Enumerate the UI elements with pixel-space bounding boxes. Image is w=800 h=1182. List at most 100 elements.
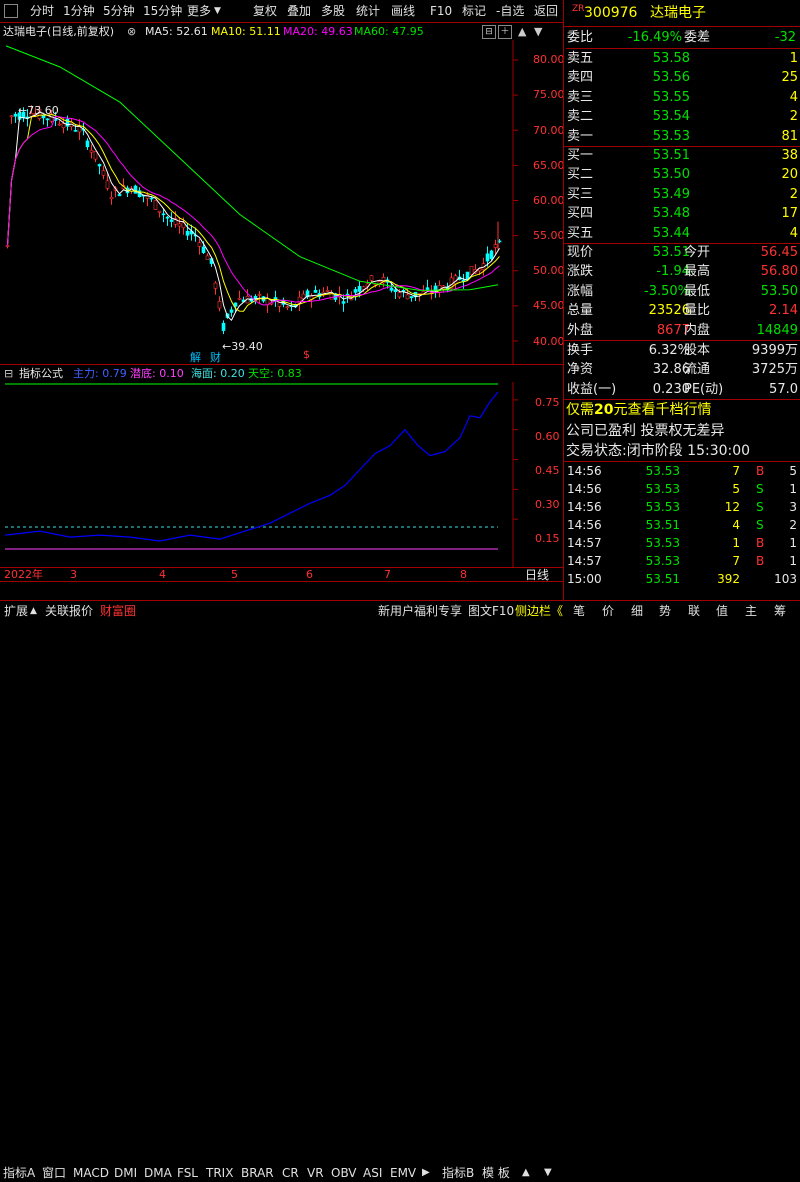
side-tab-bi[interactable]: 笔 bbox=[573, 602, 585, 620]
tab-indicator-a[interactable]: 指标A bbox=[3, 1164, 35, 1182]
bid-row[interactable]: 买四 53.48 17 bbox=[566, 204, 800, 224]
candle-body bbox=[493, 244, 498, 248]
tab-obv[interactable]: OBV bbox=[331, 1164, 357, 1182]
ask-row[interactable]: 卖四 53.56 25 bbox=[566, 68, 800, 88]
cai-marker[interactable]: 财 bbox=[210, 349, 221, 365]
s-marker[interactable]: $ bbox=[303, 348, 310, 361]
bottom-tab-related[interactable]: 关联报价 bbox=[45, 602, 93, 620]
ask-row[interactable]: 卖五 53.58 1 bbox=[566, 49, 800, 69]
toolbar-15min[interactable]: 15分钟 bbox=[143, 2, 182, 20]
chart-settings-icon[interactable]: ⊟ bbox=[482, 25, 496, 39]
new-user-benefit-link[interactable]: 新用户福利专享 bbox=[378, 602, 462, 620]
toolbar-grid-icon[interactable] bbox=[4, 4, 18, 18]
bid-row[interactable]: 买三 53.49 2 bbox=[566, 185, 800, 205]
tab-trix[interactable]: TRIX bbox=[206, 1164, 233, 1182]
stat-value: -3.50% bbox=[644, 283, 690, 299]
toolbar-duogu[interactable]: 多股 bbox=[321, 2, 345, 20]
tick-volume: 12 bbox=[724, 500, 740, 514]
tabs-scroll-icon[interactable]: ▶ bbox=[422, 1164, 430, 1182]
candle-body bbox=[313, 289, 318, 293]
tabs-up-icon[interactable]: ▲ bbox=[522, 1164, 530, 1182]
toolbar-1min[interactable]: 1分钟 bbox=[63, 2, 95, 20]
candle-body bbox=[357, 286, 362, 292]
period-label[interactable]: 日线 bbox=[525, 568, 549, 582]
toolbar-tongji[interactable]: 统计 bbox=[356, 2, 380, 20]
indicator-title[interactable]: 指标公式 bbox=[19, 365, 63, 383]
ask-volume: 4 bbox=[789, 89, 798, 105]
expand-up-icon[interactable]: ▲ bbox=[30, 602, 37, 620]
chart-down-icon[interactable]: ▼ bbox=[534, 23, 542, 41]
side-tab-lian[interactable]: 联 bbox=[688, 602, 700, 620]
bid-label: 买四 bbox=[567, 206, 594, 222]
ask-volume: 81 bbox=[781, 128, 798, 144]
ma10-line bbox=[7, 113, 500, 312]
promo-link[interactable]: 仅需20元查看千档行情 bbox=[566, 400, 711, 420]
ask-row[interactable]: 卖一 53.53 81 bbox=[566, 127, 800, 147]
more-dropdown-icon[interactable]: ▼ bbox=[214, 2, 221, 20]
ask-price: 53.55 bbox=[652, 89, 690, 105]
tab-dmi[interactable]: DMI bbox=[114, 1164, 137, 1182]
tab-indicator-b[interactable]: 指标B bbox=[442, 1164, 474, 1182]
price-tick: 75.00 bbox=[533, 88, 565, 101]
tab-macd[interactable]: MACD bbox=[73, 1164, 109, 1182]
tab-cr[interactable]: CR bbox=[282, 1164, 299, 1182]
tab-vr[interactable]: VR bbox=[307, 1164, 324, 1182]
toolbar-f10[interactable]: F10 bbox=[430, 2, 452, 20]
ma20-label: MA20: 49.63 bbox=[283, 25, 353, 38]
kline-chart[interactable] bbox=[0, 40, 563, 364]
ask-label: 卖四 bbox=[567, 70, 594, 86]
tab-dma[interactable]: DMA bbox=[144, 1164, 172, 1182]
bid-volume: 20 bbox=[781, 167, 798, 183]
side-tab-xi[interactable]: 细 bbox=[631, 602, 643, 620]
tab-fsl[interactable]: FSL bbox=[177, 1164, 198, 1182]
toolbar-more[interactable]: 更多 bbox=[187, 2, 211, 20]
bid-row[interactable]: 买一 53.51 38 bbox=[566, 146, 800, 166]
bottom-tab-expand[interactable]: 扩展 bbox=[4, 602, 28, 620]
toolbar-back[interactable]: 返回 bbox=[534, 2, 558, 20]
side-tab-chou[interactable]: 筹 bbox=[774, 602, 786, 620]
stock-name: 达瑞电子 bbox=[650, 5, 706, 21]
side-tab-zhu[interactable]: 主 bbox=[745, 602, 757, 620]
ask-row[interactable]: 卖二 53.54 2 bbox=[566, 107, 800, 127]
tab-window[interactable]: 窗口 bbox=[42, 1164, 66, 1182]
sidebar-toggle-link[interactable]: 侧边栏《 bbox=[515, 602, 563, 620]
chart-stock-name: 达瑞电子(日线,前复权) bbox=[3, 25, 115, 38]
chart-zoom-icon[interactable]: ＋ bbox=[498, 25, 512, 39]
tick-row: 14:57 53.53 7 B 1 bbox=[566, 552, 800, 570]
stat-label: 股本 bbox=[684, 343, 711, 358]
side-tab-zhi[interactable]: 值 bbox=[716, 602, 728, 620]
tab-brar[interactable]: BRAR bbox=[241, 1164, 274, 1182]
chart-close-icon[interactable]: ⊗ bbox=[127, 23, 136, 41]
tab-asi[interactable]: ASI bbox=[363, 1164, 382, 1182]
indicator-toggle-icon[interactable]: ⊟ bbox=[4, 365, 13, 383]
toolbar-biaoji[interactable]: 标记 bbox=[462, 2, 486, 20]
indicator-chart[interactable] bbox=[0, 382, 563, 568]
bid-row[interactable]: 买二 53.50 20 bbox=[566, 165, 800, 185]
toolbar-fenshi[interactable]: 分时 bbox=[30, 2, 54, 20]
tabs-down-icon[interactable]: ▼ bbox=[544, 1164, 552, 1182]
toolbar-5min[interactable]: 5分钟 bbox=[103, 2, 135, 20]
toolbar-diejia[interactable]: 叠加 bbox=[287, 2, 311, 20]
side-tab-shi[interactable]: 势 bbox=[659, 602, 671, 620]
side-tab-jia[interactable]: 价 bbox=[602, 602, 614, 620]
chart-up-icon[interactable]: ▲ bbox=[518, 23, 526, 41]
tab-emv[interactable]: EMV bbox=[390, 1164, 416, 1182]
stat-label: 外盘 bbox=[567, 322, 594, 338]
jie-marker[interactable]: 解 bbox=[190, 349, 201, 365]
stat-row: 外盘 8677 内盘 14849 bbox=[566, 321, 800, 341]
ask-row[interactable]: 卖三 53.55 4 bbox=[566, 88, 800, 108]
graphic-f10-link[interactable]: 图文F10 bbox=[468, 602, 514, 620]
bottom-tab-caifuquan[interactable]: 财富圈 bbox=[100, 602, 136, 620]
toolbar-zixuan[interactable]: -自选 bbox=[496, 2, 524, 20]
ask-volume: 1 bbox=[789, 51, 798, 66]
stat-row: 涨跌 -1.94 最高 56.80 bbox=[566, 262, 800, 282]
bid-row[interactable]: 买五 53.44 4 bbox=[566, 224, 800, 244]
tab-template[interactable]: 模 板 bbox=[482, 1164, 510, 1182]
indicator-qd: 潜底: 0.10 bbox=[130, 367, 184, 380]
stat-value: 56.80 bbox=[760, 264, 798, 280]
stat-value: 3725万 bbox=[751, 362, 798, 378]
toolbar-fuquan[interactable]: 复权 bbox=[253, 2, 277, 20]
price-tick: 45.00 bbox=[533, 299, 565, 312]
toolbar-huaxian[interactable]: 画线 bbox=[391, 2, 415, 20]
candle-body bbox=[149, 197, 154, 200]
